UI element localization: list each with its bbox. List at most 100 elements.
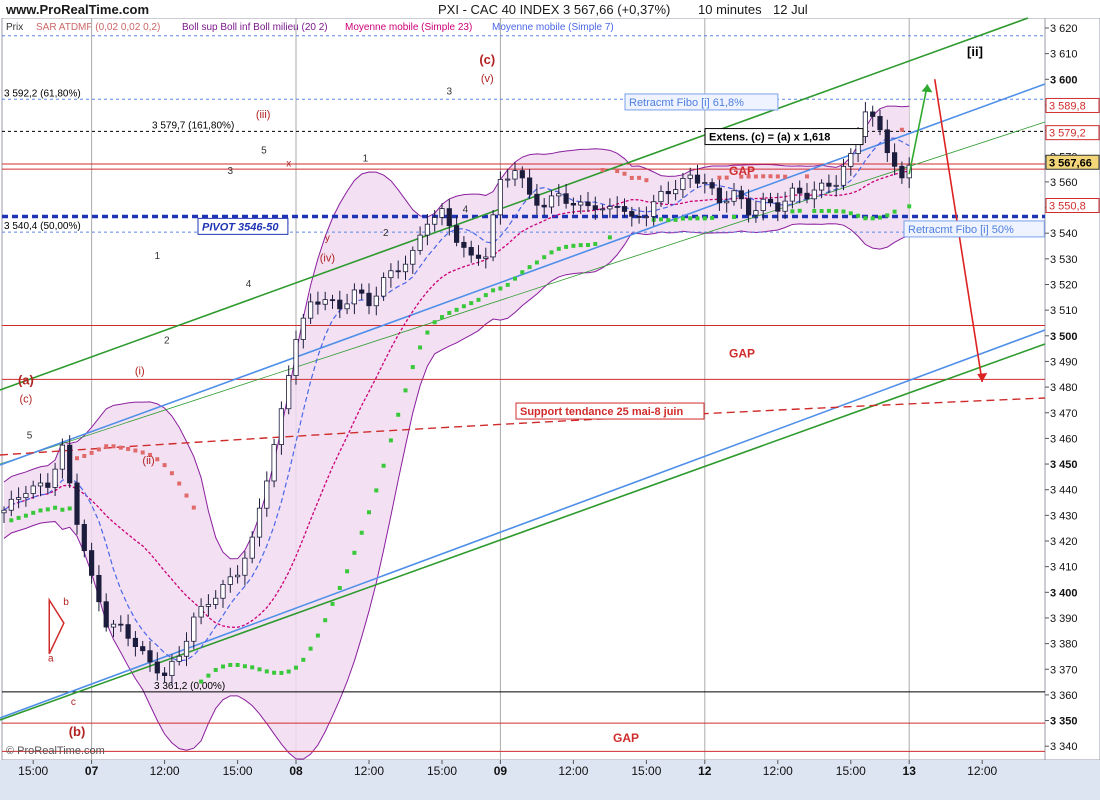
y-tick-label: 3 500 [1050,331,1078,343]
chart-window: www.ProRealTime.com PXI - CAC 40 INDEX 3 5… [0,0,1100,800]
wave-label: 1 [363,153,369,164]
y-tick-label: 3 450 [1050,459,1078,471]
y-tick-label: 3 530 [1050,254,1078,266]
sar-dot [126,446,131,451]
support-box-text: Support tendance 25 mai-8 juin [520,406,683,418]
sar-dot [279,670,284,675]
candle-body [45,482,51,488]
y-tick-label: 3 560 [1050,177,1078,189]
legend-prix: Prix [6,22,23,33]
legend-bollinger: Boll sup Boll inf Boll milieu (20 2) [182,22,328,33]
price-change: 3 567,66 (+0,37%) [563,2,670,17]
retracement-50-text: Retracmt Fibo [i] 50% [908,224,1014,236]
sar-dot [834,209,839,214]
price-tag-label: 3 567,66 [1049,157,1092,169]
wave-label: x [286,159,291,170]
sar-dot [352,550,357,555]
sar-dot [45,507,50,512]
sar-dot [556,246,561,251]
candle-body [213,597,219,605]
y-tick-label: 3 540 [1050,228,1078,240]
candle-body [797,187,803,194]
sar-dot [206,673,211,678]
candle-body [89,550,95,576]
candle-body [490,214,496,258]
candle-body [811,189,817,200]
candle-body [373,295,379,307]
candle-body [432,217,438,225]
wave-label: y [325,233,330,244]
sar-dot [622,171,627,176]
candle-body [570,203,577,206]
x-tick-label: 15:00 [836,764,866,778]
sar-dot [483,293,488,298]
sar-dot [337,585,342,590]
wave-label: (c) [19,393,32,405]
retracement-618-text: Retracmt Fibo [i] 61,8% [629,97,744,109]
candle-body [293,339,299,376]
sar-dot [111,444,116,449]
sar-dot [790,209,795,214]
gap-label: GAP [729,346,755,360]
sar-dot [476,297,481,302]
sar-dot [907,204,912,209]
candle-body [256,507,263,538]
candle-body [738,190,744,200]
sar-dot [878,215,882,220]
sar-dot [75,456,79,461]
gap-label: GAP [613,731,639,745]
sar-dot [629,175,634,180]
sar-dot [418,345,423,350]
candle-body [424,223,431,236]
candle-body [366,292,372,307]
candle-body [461,241,467,248]
sar-dot [257,667,262,672]
sar-dot [673,217,678,222]
sar-dot [527,265,532,270]
sar-dot [162,463,167,468]
candle-body [205,604,211,607]
wave-label: 3 [228,166,234,177]
x-tick-label: 12:00 [763,764,793,778]
sar-dot [870,216,875,221]
sar-dot [775,174,780,179]
sar-dot [505,282,510,287]
sar-dot [753,174,758,179]
sar-dot [286,669,291,674]
x-tick-label: 13 [903,764,917,778]
candle-body [753,210,759,216]
candle-body [74,482,80,525]
sar-dot [82,453,87,458]
candle-body [220,584,226,599]
candle-body [96,574,102,603]
candle-body [505,178,511,181]
copyright: © ProRealTime.com [6,745,105,757]
wave-label: 2 [383,228,389,239]
x-tick-label: 15:00 [18,764,48,778]
level-label-fibo-50: 3 540,4 (50,00%) [4,221,81,232]
candle-body [833,184,839,187]
sar-dot [805,174,809,179]
sar-dot [783,174,788,179]
sar-dot [732,215,736,220]
sar-dot [688,216,693,221]
candle-body [782,200,788,212]
sar-dot [578,243,583,248]
candle-body [110,623,117,628]
price-chart[interactable]: www.ProRealTime.com PXI - CAC 40 INDEX 3 5… [0,0,1100,800]
level-label-fibo-618: 3 592,2 (61,80%) [4,88,81,99]
candle-body [337,299,343,310]
candle-body [359,289,365,294]
candle-body [687,174,693,179]
candle-body [592,205,598,211]
sar-dot [812,209,817,214]
sar-dot [739,174,744,179]
sar-dot [213,667,218,672]
sar-dot [367,510,371,515]
candle-body [884,129,890,154]
y-tick-label: 3 420 [1050,536,1078,548]
candle-body [840,165,847,186]
wave-label: c [71,697,76,708]
candle-body [446,208,452,227]
sar-dot [856,213,861,218]
